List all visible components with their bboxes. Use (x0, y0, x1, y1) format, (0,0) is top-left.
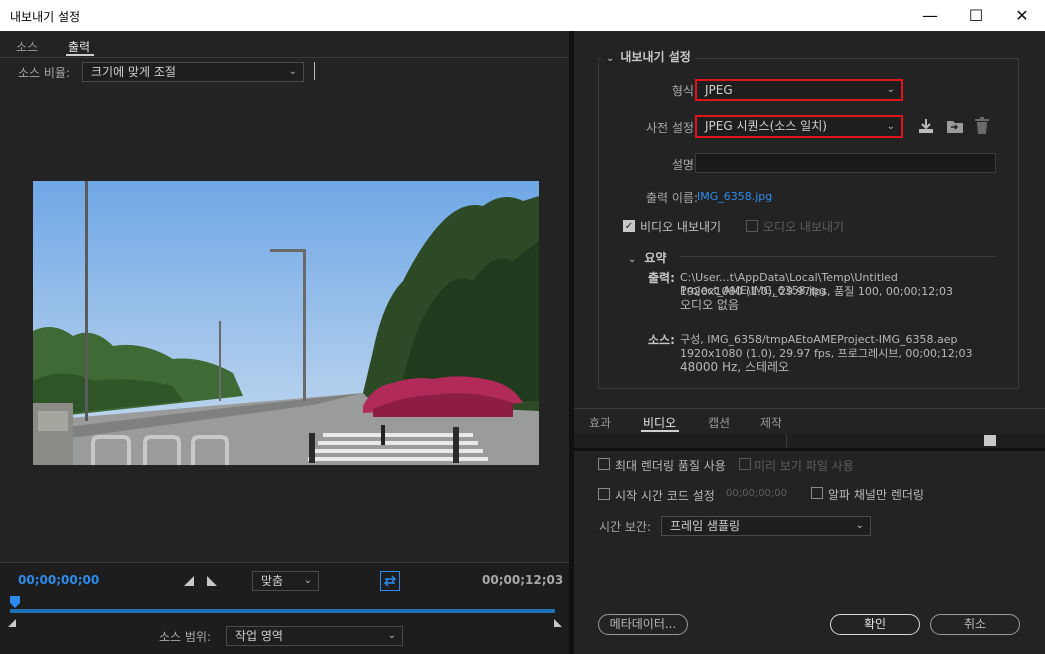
ok-button[interactable]: 확인 (830, 614, 920, 635)
mark-out-icon[interactable] (207, 575, 217, 586)
tab-video[interactable]: 비디오 (643, 414, 676, 431)
summary-output-line: 1920x1080 (1.0), 29.97fps, 품질 100, 00;00… (680, 285, 953, 298)
comment-label: 설명: (671, 158, 698, 172)
work-area-start-icon[interactable] (8, 616, 16, 627)
tab-underline (66, 54, 94, 56)
end-timecode: 00;00;12;03 (482, 573, 564, 587)
export-settings-header[interactable]: ⌄ 내보내기 설정 (602, 48, 695, 65)
minimize-button[interactable]: — (907, 0, 953, 31)
source-range-label: 소스 범위: (159, 630, 212, 644)
tab-effects[interactable]: 효과 (589, 414, 611, 431)
close-button[interactable]: ✕ (999, 0, 1045, 31)
settings-pane: ⌄ 내보내기 설정 형식: JPEG ⌄ 사전 설정: JPEG 시퀀스(소스 일… (574, 31, 1045, 654)
divider (0, 562, 569, 563)
start-timecode-label: 시작 시간 코드 설정 (615, 489, 715, 503)
time-interp-label: 시간 보간: (599, 520, 652, 534)
chevron-down-icon: ⌄ (387, 630, 396, 641)
timeline-track[interactable] (10, 609, 555, 613)
playhead-icon[interactable] (10, 596, 20, 610)
preset-dropdown[interactable]: JPEG 시퀀스(소스 일치) ⌄ (695, 115, 903, 138)
current-timecode[interactable]: 00;00;00;00 (18, 573, 99, 587)
divider (574, 448, 1045, 451)
export-video-checkbox[interactable]: ✓ (623, 220, 635, 232)
checkbox-partial[interactable] (984, 435, 996, 446)
preview-image (33, 181, 539, 465)
fit-value: 맞춤 (261, 574, 284, 588)
mark-in-icon[interactable] (184, 575, 194, 586)
source-range-value: 작업 영역 (235, 629, 283, 643)
export-audio-checkbox[interactable] (746, 220, 758, 232)
summary-output-label: 출력: (648, 271, 675, 285)
summary-source-line: 구성, IMG_6358/tmpAEtoAMEProject-IMG_6358.… (680, 333, 958, 346)
export-video-label: 비디오 내보내기 (640, 220, 722, 234)
download-icon[interactable] (917, 117, 935, 135)
metadata-button[interactable]: 메타데이터... (598, 614, 688, 635)
chevron-down-icon: ⌄ (855, 520, 864, 531)
divider (0, 57, 569, 58)
divider (680, 256, 996, 257)
output-name-link[interactable]: IMG_6358.jpg (697, 190, 772, 203)
work-area-end-icon[interactable] (554, 616, 562, 627)
summary-output-line: 오디오 없음 (680, 298, 740, 312)
cancel-button[interactable]: 취소 (930, 614, 1020, 635)
export-audio-label: 오디오 내보내기 (763, 220, 845, 234)
use-previews-label: 미리 보기 파일 사용 (754, 459, 854, 473)
fit-dropdown[interactable]: 맞춤 ⌄ (252, 571, 319, 591)
divider (314, 62, 315, 80)
chevron-down-icon: ⌄ (288, 66, 297, 77)
tab-publish[interactable]: 제작 (760, 414, 782, 431)
divider (574, 408, 1045, 409)
format-label: 형식: (671, 84, 698, 98)
maximize-button[interactable]: ☐ (953, 0, 999, 31)
summary-source-line: 1920x1080 (1.0), 29.97 fps, 프로그레시브, 00;0… (680, 347, 973, 360)
max-render-quality-label: 최대 렌더링 품질 사용 (615, 459, 726, 473)
summary-source-line: 48000 Hz, 스테레오 (680, 360, 790, 374)
start-timecode-checkbox[interactable] (598, 488, 610, 500)
divider (786, 434, 787, 448)
section-title: 내보내기 설정 (620, 50, 691, 64)
max-render-quality-checkbox[interactable] (598, 458, 610, 470)
start-timecode-value[interactable]: 00;00;00;00 (726, 488, 787, 499)
output-name-label: 출력 이름: (645, 191, 698, 205)
chevron-down-icon: ⌄ (886, 84, 895, 95)
summary-title: 요약 (644, 251, 667, 265)
chevron-down-icon: ⌄ (628, 254, 637, 265)
window-title: 내보내기 설정 (10, 10, 81, 24)
time-interp-dropdown[interactable]: 프레임 샘플링 ⌄ (661, 516, 871, 536)
tab-captions[interactable]: 캡션 (708, 414, 730, 431)
chevron-down-icon: ⌄ (886, 121, 895, 132)
format-value: JPEG (705, 83, 733, 97)
source-ratio-label: 소스 비율: (18, 66, 71, 80)
title-bar: 내보내기 설정 — ☐ ✕ (0, 0, 1045, 31)
alpha-only-checkbox[interactable] (811, 487, 823, 499)
time-interp-value: 프레임 샘플링 (670, 519, 741, 533)
summary-source-label: 소스: (648, 333, 675, 347)
tab-source[interactable]: 소스 (16, 38, 38, 55)
preset-value: JPEG 시퀀스(소스 일치) (705, 119, 827, 133)
video-settings-scroll-area[interactable] (574, 434, 1045, 448)
chevron-down-icon: ⌄ (303, 575, 312, 586)
source-ratio-dropdown[interactable]: 크기에 맞게 조절 ⌄ (82, 62, 304, 82)
timeline-panel: 00;00;00;00 맞춤 ⌄ 00;00;12;03 소스 범위: 작업 영… (0, 562, 569, 654)
tab-output[interactable]: 출력 (68, 38, 90, 55)
comment-input[interactable] (695, 153, 996, 173)
loop-icon[interactable] (380, 571, 400, 591)
source-ratio-value: 크기에 맞게 조절 (91, 65, 176, 79)
use-previews-checkbox[interactable] (739, 458, 751, 470)
chevron-down-icon: ⌄ (606, 53, 615, 64)
import-icon[interactable] (945, 117, 965, 135)
trash-icon[interactable] (974, 117, 990, 135)
summary-header[interactable]: ⌄ 요약 (628, 249, 666, 266)
tab-underline (641, 430, 679, 432)
format-dropdown[interactable]: JPEG ⌄ (695, 79, 903, 101)
alpha-only-label: 알파 채널만 렌더링 (828, 488, 924, 502)
source-range-dropdown[interactable]: 작업 영역 ⌄ (226, 626, 403, 646)
preset-label: 사전 설정: (645, 121, 698, 135)
